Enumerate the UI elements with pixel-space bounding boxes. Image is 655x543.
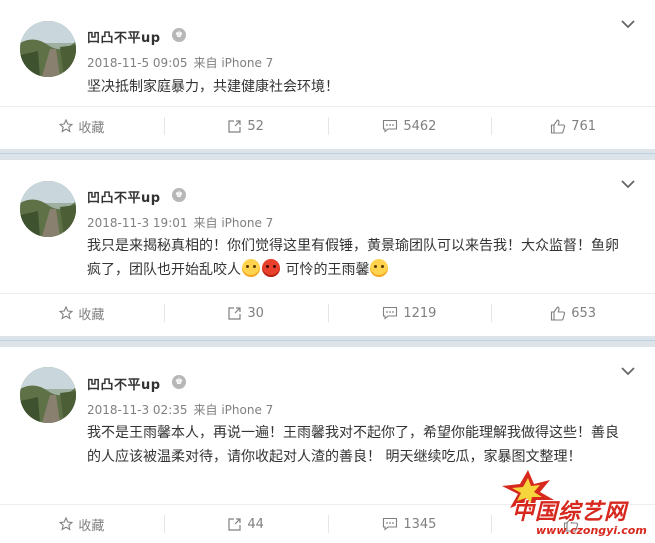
comment-count: 5462 — [403, 118, 437, 134]
member-badge-icon[interactable]: ♚ — [172, 28, 186, 42]
angry-face-icon — [262, 259, 280, 277]
username[interactable]: 凹凸不平up — [87, 27, 161, 46]
favorite-label: 收藏 — [78, 518, 105, 534]
post-meta: 2018-11-5 09:05 来自 iPhone 7 — [87, 54, 279, 71]
post-content-text: 可怜的王雨馨 — [281, 262, 370, 278]
repost-button[interactable]: 44 — [163, 505, 328, 543]
pitiful-face-icon — [370, 259, 389, 277]
post-content: 我不是王雨馨本人，再说一遍！王雨馨我对不起你了，希望你能理解我做得这些！善良的人… — [87, 425, 619, 465]
comment-icon — [383, 119, 398, 133]
like-button[interactable]: 761 — [491, 107, 655, 145]
post-source[interactable]: 来自 iPhone 7 — [194, 216, 274, 230]
watermark-title: 中国综艺网 — [512, 500, 628, 525]
member-badge-icon[interactable]: ♚ — [172, 188, 186, 202]
comment-count: 1219 — [403, 305, 437, 321]
comment-icon — [383, 517, 398, 531]
avatar[interactable] — [20, 367, 76, 423]
repost-button[interactable]: 52 — [163, 107, 328, 145]
star-icon — [59, 306, 74, 320]
star-icon — [59, 119, 74, 133]
username[interactable]: 凹凸不平up — [87, 187, 161, 206]
comment-button[interactable]: 1219 — [327, 294, 492, 332]
watermark-url: www.czongyi.com — [536, 524, 647, 537]
chevron-down-icon[interactable] — [621, 179, 635, 189]
star-icon — [59, 517, 74, 531]
comment-button[interactable]: 5462 — [327, 107, 492, 145]
favorite-button[interactable]: 收藏 — [0, 107, 164, 145]
like-button[interactable]: 653 — [491, 294, 655, 332]
like-count: 761 — [571, 118, 597, 134]
comment-icon — [383, 306, 398, 320]
comment-button[interactable]: 1345 — [327, 505, 492, 543]
post-meta: 2018-11-3 19:01 来自 iPhone 7 — [87, 214, 279, 231]
repost-count: 30 — [247, 305, 264, 321]
favorite-label: 收藏 — [78, 120, 105, 136]
post-card: 凹凸不平up ♚ 2018-11-3 19:01 来自 iPhone 7 我只是来… — [0, 160, 655, 336]
like-count: 653 — [571, 305, 597, 321]
avatar[interactable] — [20, 21, 76, 77]
repost-count: 44 — [247, 516, 264, 532]
chevron-down-icon[interactable] — [621, 19, 635, 29]
post-separator — [0, 149, 655, 160]
post-time[interactable]: 2018-11-3 19:01 — [87, 216, 188, 230]
thumbs-up-icon — [551, 305, 566, 321]
post-source[interactable]: 来自 iPhone 7 — [194, 403, 274, 417]
post-content: 我只是来揭秘真相的！你们觉得这里有假锤，黄景瑜团队可以来告我！大众监督！鱼卵疯了… — [87, 234, 632, 282]
avatar[interactable] — [20, 181, 76, 237]
site-watermark: 中国综艺网 www.czongyi.com — [498, 468, 655, 541]
share-box-icon — [228, 517, 241, 531]
member-badge-icon[interactable]: ♚ — [172, 375, 186, 389]
post-time[interactable]: 2018-11-5 09:05 — [87, 56, 188, 70]
chevron-down-icon[interactable] — [621, 366, 635, 376]
username[interactable]: 凹凸不平up — [87, 374, 161, 393]
post-content: 坚决抵制家庭暴力，共建健康社会环境！ — [87, 79, 339, 95]
favorite-button[interactable]: 收藏 — [0, 505, 164, 543]
favorite-label: 收藏 — [78, 307, 105, 323]
action-bar: 收藏 52 5462 761 — [0, 106, 655, 145]
share-box-icon — [228, 306, 241, 320]
repost-count: 52 — [247, 118, 264, 134]
dizzy-face-icon — [242, 259, 260, 277]
repost-button[interactable]: 30 — [163, 294, 328, 332]
post-card: 凹凸不平up ♚ 2018-11-5 09:05 来自 iPhone 7 坚决抵制… — [0, 0, 655, 149]
post-meta: 2018-11-3 02:35 来自 iPhone 7 — [87, 401, 279, 418]
post-separator — [0, 336, 655, 347]
post-time[interactable]: 2018-11-3 02:35 — [87, 403, 188, 417]
share-box-icon — [228, 119, 241, 133]
post-source[interactable]: 来自 iPhone 7 — [194, 56, 274, 70]
favorite-button[interactable]: 收藏 — [0, 294, 164, 332]
comment-count: 1345 — [403, 516, 437, 532]
action-bar: 收藏 30 1219 653 — [0, 293, 655, 332]
thumbs-up-icon — [551, 118, 566, 134]
